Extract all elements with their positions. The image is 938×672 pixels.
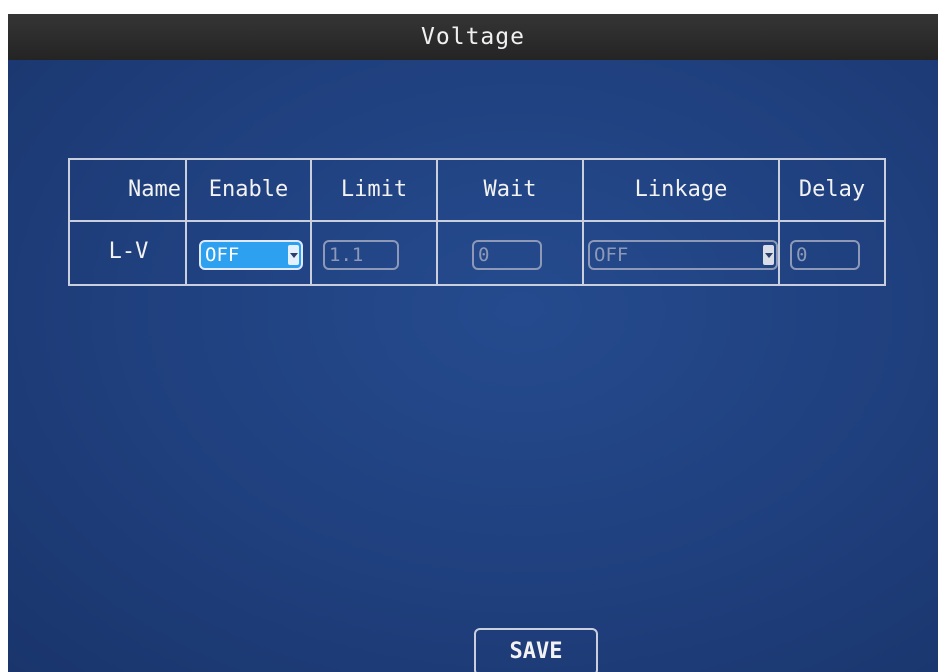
chevron-down-icon — [763, 245, 774, 265]
header-enable: Enable — [208, 177, 289, 202]
wait-input[interactable]: 0 — [472, 240, 542, 270]
header-limit: Limit — [340, 177, 408, 202]
limit-input[interactable]: 1.1 — [323, 240, 399, 270]
linkage-select-value: OFF — [594, 244, 629, 266]
window-title: Voltage — [8, 14, 938, 60]
header-name: Name — [128, 177, 181, 202]
dvr-screen: Voltage Name Enable Limit Wait Linkage D… — [0, 0, 938, 672]
linkage-select[interactable]: OFF — [588, 240, 778, 270]
delay-input[interactable]: 0 — [790, 240, 860, 270]
chevron-down-icon — [288, 245, 299, 265]
enable-select[interactable]: OFF — [199, 240, 303, 270]
voltage-panel: Voltage Name Enable Limit Wait Linkage D… — [8, 14, 938, 672]
row-name-l-v: L-V — [108, 239, 149, 264]
header-linkage: Linkage — [634, 177, 728, 202]
header-delay: Delay — [798, 177, 866, 202]
voltage-settings-table: Name Enable Limit Wait Linkage Delay L-V… — [68, 158, 886, 286]
save-button[interactable]: SAVE — [474, 628, 598, 672]
header-wait: Wait — [483, 177, 537, 202]
row-divider — [70, 220, 884, 222]
enable-select-value: OFF — [205, 244, 240, 266]
